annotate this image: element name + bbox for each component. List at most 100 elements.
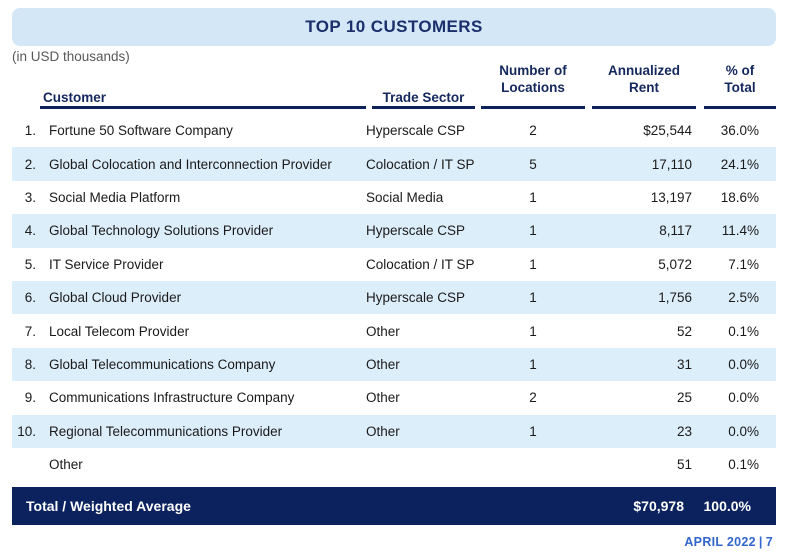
row-annualized-rent: 31 (676, 356, 692, 372)
row-rank: 10. (17, 423, 36, 439)
row-locations: 2 (529, 390, 537, 406)
column-header-locations: Number of Locations (481, 62, 585, 96)
total-annualized-rent: $70,978 (633, 498, 684, 514)
row-annualized-rent: 25 (676, 390, 692, 406)
header-rule-pct (704, 106, 776, 109)
table-row: 8. Global Telecommunications Company Other… (12, 347, 776, 382)
row-locations: 1 (529, 256, 537, 272)
row-percent: 18.6% (720, 189, 759, 205)
page-title: TOP 10 CUSTOMERS (305, 17, 483, 36)
row-rank: 7. (24, 323, 36, 339)
total-row: Total / Weighted Average $70,978 100.0% (12, 487, 776, 525)
table-row: 9. Communications Infrastructure Company O… (12, 381, 776, 414)
row-locations: 5 (529, 156, 537, 172)
table-row: 7. Local Telecom Provider Other 1 52 0.1% (12, 314, 776, 347)
footer-separator: | (758, 535, 763, 549)
header-rule-rent (592, 106, 696, 109)
row-percent: 11.4% (721, 223, 759, 239)
row-percent: 0.0% (728, 390, 759, 406)
row-locations: 1 (529, 323, 537, 339)
table-row: 2. Global Colocation and Interconnection … (12, 147, 776, 181)
slide-footer: APRIL 2022 | 7 (684, 535, 773, 549)
table-body: 1. Fortune 50 Software Company Hyperscale … (12, 114, 776, 481)
row-customer-name: Fortune 50 Software Company (49, 123, 233, 139)
row-locations: 1 (529, 290, 537, 306)
row-percent: 0.0% (728, 356, 759, 372)
slide-canvas: TOP 10 CUSTOMERS (in USD thousands) Cust… (0, 0, 785, 558)
row-customer-name: Social Media Platform (49, 189, 181, 205)
row-trade-sector: Other (366, 423, 400, 439)
row-customer-name: Global Cloud Provider (49, 290, 182, 306)
row-percent: 0.1% (728, 323, 759, 339)
row-trade-sector: Hyperscale CSP (366, 123, 466, 139)
total-label: Total / Weighted Average (26, 498, 191, 514)
row-trade-sector: Hyperscale CSP (366, 223, 466, 239)
row-annualized-rent: 23 (676, 423, 692, 439)
row-percent: 2.5% (728, 290, 759, 306)
column-header-percent-of-total: % of Total (704, 62, 776, 96)
row-trade-sector: Hyperscale CSP (366, 290, 466, 306)
row-annualized-rent: 13,197 (650, 189, 692, 205)
row-annualized-rent: 52 (676, 323, 692, 339)
row-customer-name: Local Telecom Provider (49, 323, 190, 339)
row-customer-name: Global Technology Solutions Provider (49, 223, 274, 239)
units-note: (in USD thousands) (12, 49, 130, 64)
row-annualized-rent: 51 (676, 457, 692, 473)
row-percent: 0.0% (728, 423, 759, 439)
row-trade-sector: Colocation / IT SP (366, 256, 475, 272)
row-locations: 1 (529, 423, 537, 439)
slide-title-bar: TOP 10 CUSTOMERS (12, 8, 776, 46)
row-annualized-rent: $25,544 (643, 123, 692, 139)
row-customer-name: IT Service Provider (49, 256, 164, 272)
column-header-pct-line1: % of (725, 63, 755, 78)
row-rank: 9. (24, 390, 36, 406)
table-row: 6. Global Cloud Provider Hyperscale CSP 1 1,… (12, 280, 776, 315)
row-annualized-rent: 1,756 (658, 290, 692, 306)
row-trade-sector: Other (366, 356, 400, 372)
column-header-annualized-rent: Annualized Rent (592, 62, 696, 96)
row-annualized-rent: 17,110 (651, 156, 692, 172)
table-row: 1. Fortune 50 Software Company Hyperscale … (12, 114, 776, 147)
row-rank: 3. (24, 189, 36, 205)
column-header-locations-line1: Number of (499, 63, 567, 78)
table-row: 10. Regional Telecommunications Provider O… (12, 414, 776, 448)
table-row: 3. Social Media Platform Social Media 1 13,1… (12, 181, 776, 214)
total-percent: 100.0% (703, 498, 751, 514)
row-rank: 4. (24, 223, 36, 239)
row-annualized-rent: 8,117 (659, 223, 692, 239)
row-customer-name: Global Colocation and Interconnection Pr… (49, 156, 332, 172)
header-rule-customer (40, 106, 366, 109)
row-trade-sector: Other (366, 390, 400, 406)
column-header-customer: Customer (43, 90, 107, 105)
column-header-pct-line2: Total (724, 80, 756, 95)
row-customer-name: Global Telecommunications Company (49, 356, 276, 372)
row-trade-sector: Other (366, 323, 400, 339)
row-percent: 0.1% (728, 457, 759, 473)
table-row: 4. Global Technology Solutions Provider Hy… (12, 214, 776, 248)
header-rule-trade-sector (372, 106, 475, 109)
row-annualized-rent: 5,072 (658, 256, 692, 272)
footer-date: APRIL 2022 (684, 535, 756, 549)
column-header-rent-line2: Rent (629, 80, 659, 95)
row-percent: 7.1% (728, 256, 759, 272)
row-customer-name: Regional Telecommunications Provider (49, 423, 283, 439)
column-header-trade-sector: Trade Sector (382, 90, 465, 105)
row-locations: 1 (529, 356, 537, 372)
row-percent: 24.1% (720, 156, 759, 172)
footer-page-number: 7 (765, 535, 773, 549)
row-trade-sector: Colocation / IT SP (366, 156, 475, 172)
row-rank: 6. (24, 290, 36, 306)
row-rank: 1. (24, 123, 36, 139)
row-rank: 2. (24, 156, 36, 172)
column-header-locations-line2: Locations (501, 80, 565, 95)
header-rule-locations (481, 106, 585, 109)
row-locations: 1 (529, 189, 537, 205)
row-trade-sector: Social Media (366, 189, 444, 205)
column-header-rent-line1: Annualized (607, 63, 680, 78)
table-row: Other 51 0.1% (12, 448, 776, 481)
row-locations: 1 (529, 223, 537, 239)
row-customer-name: Other (49, 457, 83, 473)
table-row: 5. IT Service Provider Colocation / IT SP 1… (12, 248, 776, 281)
row-customer-name: Communications Infrastructure Company (49, 390, 295, 406)
row-rank: 5. (24, 256, 36, 272)
